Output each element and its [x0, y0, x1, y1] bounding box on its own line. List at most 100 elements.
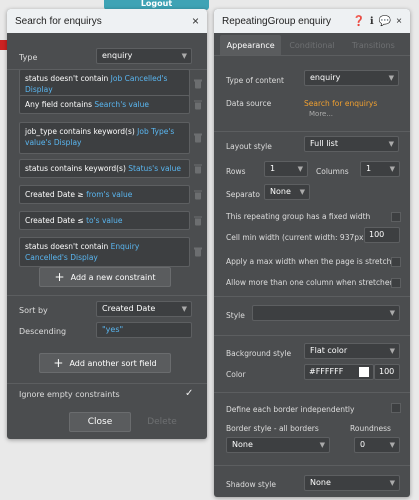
trash-icon[interactable] — [194, 164, 202, 173]
divider — [214, 465, 410, 466]
descending-input[interactable]: "yes" — [96, 322, 192, 338]
background-style-dropdown[interactable]: Flat color ▼ — [304, 343, 400, 359]
constraint-field: Created Date ≤ — [25, 216, 84, 225]
roundness-dropdown[interactable]: 0 ▼ — [354, 437, 400, 453]
layout-style-dropdown[interactable]: Full list ▼ — [304, 136, 399, 152]
separator-label: Separato — [226, 190, 260, 199]
border-style-label: Border style - all borders — [226, 424, 319, 433]
color-swatch[interactable] — [359, 367, 369, 377]
fixed-width-checkbox[interactable] — [391, 212, 401, 222]
trash-icon[interactable] — [194, 190, 202, 199]
shadow-style-label: Shadow style — [226, 480, 276, 489]
constraint-field: job_type contains keyword(s) — [25, 127, 135, 136]
search-panel-header: Search for enquirys × — [7, 9, 207, 33]
max-width-label: Apply a max width when the page is stret… — [226, 257, 401, 266]
cell-min-width-input[interactable]: 100 — [364, 227, 400, 243]
chevron-down-icon: ▼ — [181, 305, 187, 313]
constraint-row[interactable]: job_type contains keyword(s) Job Type's … — [19, 122, 202, 154]
ignore-empty-checkbox[interactable] — [185, 388, 195, 400]
chevron-down-icon: ▼ — [299, 188, 305, 196]
add-sort-field-button[interactable]: + Add another sort field — [39, 353, 171, 373]
chevron-down-icon: ▼ — [389, 309, 395, 317]
shadow-style-dropdown[interactable]: None ▼ — [304, 475, 400, 491]
help-icon[interactable]: ❓ — [352, 16, 364, 27]
plus-icon: + — [54, 270, 65, 284]
cell-min-width-label: Cell min width (current width: 937px) — [226, 233, 367, 242]
property-panel-header: RepeatingGroup enquiry ❓ ℹ 💬 × — [214, 9, 410, 33]
trash-icon[interactable] — [194, 100, 202, 109]
sort-by-value: Created Date — [102, 304, 156, 313]
close-icon[interactable]: × — [396, 16, 402, 27]
info-icon[interactable]: ℹ — [370, 16, 374, 27]
close-icon[interactable]: × — [192, 14, 199, 28]
constraint-row[interactable]: Created Date ≥ from's value — [19, 185, 202, 204]
trash-icon[interactable] — [194, 79, 202, 89]
border-style-dropdown[interactable]: None ▼ — [226, 437, 330, 453]
layout-style-label: Layout style — [226, 142, 272, 151]
constraint-row[interactable]: Created Date ≤ to's value — [19, 211, 202, 230]
divider — [7, 383, 207, 384]
sort-by-dropdown[interactable]: Created Date ▼ — [96, 301, 192, 317]
plus-icon: + — [53, 356, 64, 370]
tabs: Appearance Conditional Transitions — [220, 35, 404, 55]
sort-by-label: Sort by — [19, 306, 48, 315]
columns-dropdown[interactable]: 1 ▼ — [360, 161, 400, 177]
constraint-value[interactable]: to's value — [86, 216, 122, 225]
data-source-expression[interactable]: Search for enquirys — [304, 99, 377, 108]
color-hex-input[interactable]: #FFFFFF — [304, 364, 374, 380]
header-icons: ❓ ℹ 💬 × — [352, 16, 402, 27]
descending-label: Descending — [19, 327, 67, 336]
tab-appearance[interactable]: Appearance — [220, 35, 282, 55]
roundness-value: 0 — [360, 440, 366, 449]
multi-column-checkbox[interactable] — [391, 278, 401, 288]
constraint-field: Created Date ≥ — [25, 190, 84, 199]
columns-value: 1 — [366, 164, 372, 173]
constraint-row[interactable]: status doesn't contain Enquiry Cancelled… — [19, 237, 202, 267]
data-source-label: Data source — [226, 99, 272, 108]
separator-dropdown[interactable]: None ▼ — [264, 184, 310, 200]
ignore-empty-label: Ignore empty constraints — [19, 390, 120, 399]
comment-icon[interactable]: 💬 — [379, 16, 391, 27]
trash-icon[interactable] — [194, 133, 202, 143]
constraint-field: Any field contains — [25, 100, 93, 109]
color-label: Color — [226, 370, 246, 379]
chevron-down-icon: ▼ — [389, 441, 395, 449]
constraint-row[interactable]: Any field contains Search's value — [19, 95, 202, 114]
roundness-label: Roundness — [350, 424, 391, 433]
divider — [214, 335, 410, 336]
divider — [7, 295, 207, 296]
property-panel-title: RepeatingGroup enquiry — [222, 15, 331, 27]
type-of-content-value: enquiry — [310, 73, 341, 82]
search-editor-panel: Search for enquirys × Type enquiry ▼ sta… — [7, 9, 207, 439]
each-border-label: Define each border independently — [226, 405, 355, 414]
chevron-down-icon: ▼ — [388, 74, 394, 82]
trash-icon[interactable] — [194, 247, 202, 257]
type-of-content-dropdown[interactable]: enquiry ▼ — [304, 70, 399, 86]
close-button[interactable]: Close — [69, 412, 131, 432]
constraint-value[interactable]: from's value — [86, 190, 132, 199]
descending-value: "yes" — [102, 325, 124, 334]
trash-icon[interactable] — [194, 216, 202, 225]
type-label: Type — [19, 53, 38, 62]
chevron-down-icon: ▼ — [181, 52, 187, 60]
max-width-checkbox[interactable] — [391, 257, 401, 267]
delete-button[interactable]: Delete — [142, 412, 182, 432]
more-link[interactable]: More... — [309, 110, 333, 118]
constraint-value[interactable]: Status's value — [128, 164, 181, 173]
type-dropdown[interactable]: enquiry ▼ — [96, 48, 192, 64]
chevron-down-icon: ▼ — [388, 140, 394, 148]
constraint-field: status doesn't contain — [25, 242, 109, 251]
rows-dropdown[interactable]: 1 ▼ — [264, 161, 308, 177]
divider — [214, 131, 410, 132]
divider — [214, 296, 410, 297]
constraint-row[interactable]: status contains keyword(s) Status's valu… — [19, 159, 202, 178]
rows-value: 1 — [270, 164, 276, 173]
each-border-checkbox[interactable] — [391, 403, 401, 413]
tab-transitions[interactable]: Transitions — [343, 35, 404, 55]
constraint-value[interactable]: Search's value — [94, 100, 149, 109]
add-constraint-button[interactable]: + Add a new constraint — [39, 267, 171, 287]
color-opacity-input[interactable]: 100 — [374, 364, 400, 380]
style-dropdown[interactable]: ▼ — [252, 305, 400, 321]
tab-conditional[interactable]: Conditional — [281, 35, 342, 55]
add-sort-label: Add another sort field — [69, 358, 157, 368]
